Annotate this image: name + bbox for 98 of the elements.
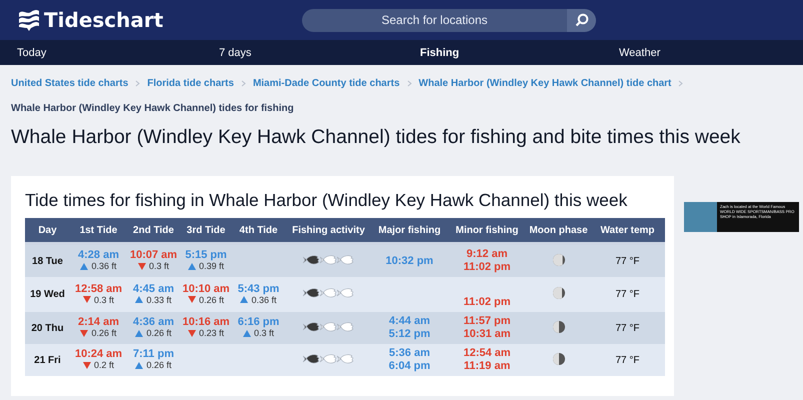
day-cell: 21 Fri [25, 344, 70, 376]
minor-time: 12:54 am [462, 347, 512, 360]
up-triangle-icon [240, 296, 248, 304]
tide-time: 10:07 am [128, 249, 178, 262]
tide-time: 12:58 am [74, 282, 124, 295]
tide-height: 0.26 ft [146, 360, 172, 370]
day-cell: 18 Tue [25, 244, 70, 277]
tide-time: 10:16 am [181, 316, 231, 328]
filled-fish-icon [303, 287, 320, 299]
minor-time: 11:02 pm [462, 296, 512, 309]
tide-height: 0.3 ft [148, 261, 169, 272]
tide-time: 5:43 pm [236, 282, 280, 295]
column-header: Fishing activity [285, 218, 372, 244]
moon-phase-icon [552, 254, 564, 266]
tide-height: 0.26 ft [198, 294, 224, 305]
minor-time: 10:31 am [462, 328, 512, 341]
tide-time: 6:16 pm [236, 316, 280, 328]
column-header: 2nd Tide [127, 218, 180, 244]
moon-phase-icon [552, 352, 564, 364]
page-title: Whale Harbor (Windley Key Hawk Channel) tides for fishing and bite times this week [11, 125, 740, 150]
chevron-icon [240, 80, 247, 87]
tide-height: 0.26 ft [146, 328, 172, 338]
moon-phase-icon [552, 320, 564, 332]
up-triangle-icon [80, 262, 88, 270]
search-icon [574, 13, 588, 27]
minor-time: 9:12 am [466, 248, 508, 261]
nav-tab[interactable]: 7 days [202, 46, 252, 58]
water-temp-cell: 77 °F [590, 277, 665, 312]
search-button[interactable] [567, 8, 596, 32]
moon-phase-icon [552, 287, 564, 299]
column-header: 1st Tide [70, 218, 127, 244]
filled-fish-icon [303, 320, 320, 332]
tide-height: 0.36 ft [91, 261, 117, 272]
column-header: Major fishing [372, 218, 447, 244]
down-triangle-icon [188, 296, 196, 304]
water-temp-cell: 77 °F [590, 344, 665, 376]
water-temp-cell: 77 °F [590, 312, 665, 344]
major-time: 10:32 pm [384, 254, 434, 268]
water-temp-cell: 77 °F [590, 244, 665, 277]
filled-fish-icon [303, 352, 320, 364]
tide-height: 0.36 ft [251, 294, 277, 305]
nav-tab[interactable]: Fishing [408, 46, 460, 58]
down-triangle-icon [82, 296, 91, 304]
tide-time: 10:10 am [181, 282, 231, 295]
tide-time: 5:15 pm [184, 249, 228, 262]
nav-tab[interactable]: Today [0, 46, 46, 58]
chevron-icon [406, 80, 413, 87]
tide-height: 0.33 ft [146, 294, 172, 305]
tide-height: 0.3 ft [254, 328, 274, 338]
section-title: Tide times for fishing in Whale Harbor (Windley Key Hawk Channel) this week [25, 189, 628, 212]
waves-logo-icon [18, 8, 40, 32]
tide-height: 0.2 ft [94, 360, 114, 370]
chevron-icon [134, 80, 142, 87]
tide-height: 0.23 ft [198, 328, 224, 338]
tide-height: 0.39 ft [198, 261, 224, 272]
up-triangle-icon [135, 330, 144, 337]
breadcrumb-link[interactable]: Florida tide charts [147, 78, 234, 89]
column-header: 3rd Tide [180, 218, 232, 244]
up-triangle-icon [242, 330, 251, 337]
current-page-label: Whale Harbor (Windley Key Hawk Channel) tides for fishing [11, 103, 295, 114]
minor-time: 11:02 pm [462, 261, 512, 274]
down-triangle-icon [80, 330, 88, 337]
up-triangle-icon [135, 296, 144, 304]
up-triangle-icon [188, 262, 196, 270]
major-time: 5:12 pm [388, 328, 432, 341]
photo-placeholder [684, 202, 717, 232]
tide-time: 4:28 am [77, 249, 120, 262]
column-header: Minor fishing [447, 218, 527, 244]
day-cell: 20 Thu [25, 312, 70, 344]
minor-time: 11:19 am [462, 360, 512, 373]
minor-time: 11:57 pm [462, 315, 512, 328]
column-header: Day [25, 218, 70, 244]
major-time: 6:04 pm [388, 360, 432, 373]
logo-text[interactable]: Tideschart [44, 8, 164, 32]
breadcrumb-link[interactable]: Whale Harbor (Windley Key Hawk Channel) tide chart [418, 78, 672, 89]
tide-time: 4:45 am [132, 282, 175, 295]
nav-tab[interactable]: Weather [614, 46, 660, 58]
up-triangle-icon [135, 362, 144, 369]
tide-time: 10:24 am [74, 348, 124, 360]
filled-fish-icon [303, 254, 320, 266]
major-time: 5:36 am [388, 347, 431, 360]
breadcrumb-link[interactable]: United States tide charts [11, 78, 128, 89]
column-header: 4th Tide [232, 218, 285, 244]
down-triangle-icon [82, 362, 91, 369]
column-header: Moon phase [527, 218, 590, 244]
chevron-icon [677, 80, 684, 87]
search-field[interactable]: Search for locations [302, 8, 567, 32]
tide-time: 7:11 pm [132, 348, 175, 360]
down-triangle-icon [138, 262, 146, 270]
major-time: 4:44 am [388, 315, 431, 328]
column-header: Water temp [590, 218, 665, 244]
breadcrumb-link[interactable]: Miami-Dade County tide charts [252, 78, 400, 89]
tide-height: 0.3 ft [94, 294, 114, 305]
down-triangle-icon [188, 330, 196, 337]
tide-time: 4:36 am [132, 316, 175, 328]
tide-time: 2:14 am [77, 316, 120, 328]
tide-height: 0.26 ft [91, 328, 117, 338]
day-cell: 19 Wed [25, 277, 70, 312]
